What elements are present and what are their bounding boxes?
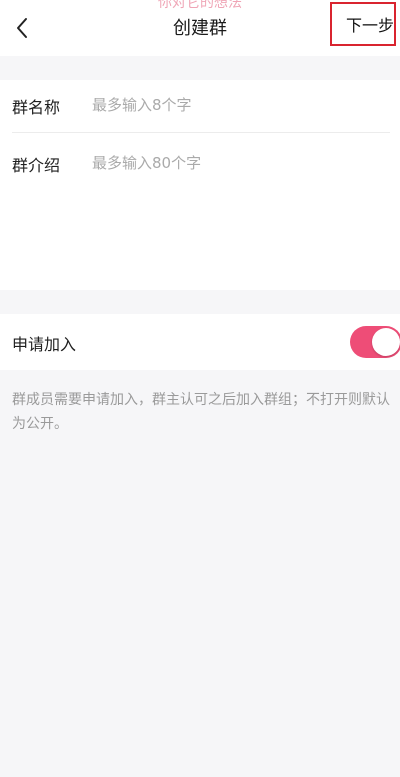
join-request-label: 申请加入 — [12, 335, 77, 354]
group-name-label: 群名称 — [12, 98, 61, 117]
group-name-row: 群名称 — [0, 80, 400, 132]
join-request-description: 群成员需要申请加入，群主认可之后加入群组；不打开则默认为公开。 — [12, 392, 390, 432]
join-request-row: 申请加入 — [0, 314, 400, 370]
toggle-knob — [372, 328, 400, 356]
group-intro-row: 群介绍 — [0, 138, 400, 190]
top-bar: 你对它的想法 创建群 下一步 — [0, 0, 400, 56]
join-request-toggle[interactable] — [350, 326, 400, 358]
group-name-input[interactable] — [92, 90, 382, 120]
group-intro-input[interactable] — [92, 148, 382, 178]
chevron-left-icon — [17, 18, 27, 38]
field-divider — [12, 132, 390, 133]
back-button[interactable] — [6, 12, 38, 44]
next-step-button[interactable]: 下一步 — [330, 2, 396, 46]
group-info-form: 群名称 群介绍 — [0, 80, 400, 290]
group-intro-label: 群介绍 — [12, 156, 61, 175]
